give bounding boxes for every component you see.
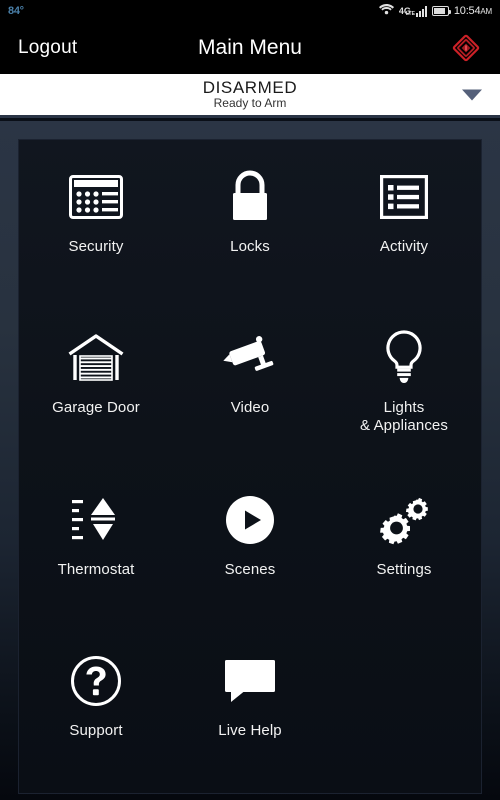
menu-item-activity[interactable]: Activity <box>327 148 481 309</box>
arming-status-banner[interactable]: DISARMED Ready to Arm <box>0 74 500 118</box>
security-camera-icon <box>220 327 280 389</box>
menu-item-video[interactable]: Video <box>173 309 327 470</box>
main-content: Security Locks Activity Garage Door Vide… <box>0 121 500 800</box>
menu-item-support[interactable]: Support <box>19 632 173 793</box>
menu-item-label: Locks <box>230 238 270 255</box>
lightbulb-icon <box>383 327 425 389</box>
menu-item-lights-appliances[interactable]: Lights & Appliances <box>327 309 481 470</box>
battery-icon <box>431 6 451 16</box>
chat-bubble-icon <box>222 650 278 712</box>
padlock-icon <box>226 166 274 228</box>
menu-grid-empty-cell <box>327 632 481 793</box>
menu-item-label: Scenes <box>224 560 276 578</box>
clock: 10:54AM <box>453 5 492 17</box>
menu-grid: Security Locks Activity Garage Door Vide… <box>18 139 482 794</box>
menu-item-thermostat[interactable]: Thermostat <box>19 471 173 632</box>
menu-item-garage-door[interactable]: Garage Door <box>19 309 173 470</box>
menu-item-label: Thermostat <box>57 560 135 578</box>
menu-item-settings[interactable]: Settings <box>327 471 481 632</box>
list-icon <box>380 166 428 228</box>
menu-item-label: Video <box>230 399 270 417</box>
temperature-indicator: 84° <box>8 5 24 17</box>
play-circle-icon <box>224 489 276 551</box>
status-bar: 84° 4G LTE 10:54AM <box>0 0 500 22</box>
network-type-icon: 4G LTE <box>398 5 415 17</box>
thermostat-icon <box>70 489 122 551</box>
menu-item-label: Support <box>69 721 123 739</box>
menu-item-security[interactable]: Security <box>19 148 173 309</box>
menu-item-label: Lights & Appliances <box>360 399 448 434</box>
menu-item-locks[interactable]: Locks <box>173 148 327 309</box>
signal-bars-icon <box>415 5 427 17</box>
chevron-down-icon[interactable] <box>462 89 482 100</box>
app-screen: 84° 4G LTE 10:54AM Logout Main Menu DISA… <box>0 0 500 800</box>
logout-button[interactable]: Logout <box>18 37 77 59</box>
status-badge: DISARMED <box>202 77 298 97</box>
arming-status-text: DISARMED Ready to Arm <box>202 77 298 111</box>
keypad-icon <box>69 166 123 228</box>
app-header: Logout Main Menu <box>0 22 500 74</box>
menu-item-live-help[interactable]: Live Help <box>173 632 327 793</box>
menu-item-scenes[interactable]: Scenes <box>173 471 327 632</box>
status-subtext: Ready to Arm <box>213 96 287 111</box>
panic-alarm-button[interactable] <box>450 32 482 64</box>
status-bar-icons: 4G LTE 10:54AM <box>378 2 492 20</box>
menu-item-label: Settings <box>376 560 432 578</box>
menu-item-label: Live Help <box>218 721 282 739</box>
wifi-icon <box>378 2 394 20</box>
menu-item-label: Garage Door <box>52 399 140 417</box>
garage-door-icon <box>67 327 125 389</box>
gears-icon <box>376 489 432 551</box>
menu-item-label: Security <box>68 238 124 255</box>
question-circle-icon <box>70 650 122 712</box>
menu-item-label: Activity <box>379 238 429 255</box>
